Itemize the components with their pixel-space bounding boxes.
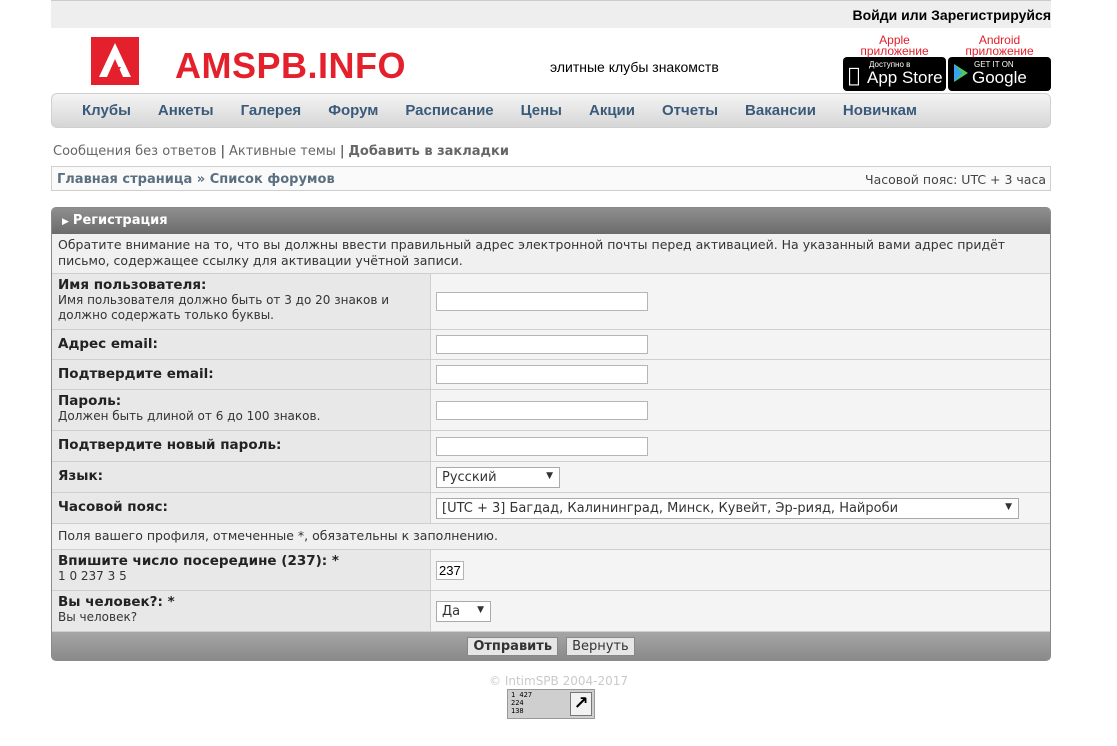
chevron-down-icon: ▼ [477,604,484,615]
logo-icon[interactable] [91,37,139,85]
unanswered-posts-link[interactable]: Сообщения без ответов [53,144,217,159]
password-label: Пароль: [58,393,122,409]
chevron-down-icon: ▼ [546,470,553,481]
password-hint: Должен быть длиной от 6 до 100 знаков. [58,409,321,423]
nav-item-promos[interactable]: Акции [589,102,635,119]
panel-title: ▶ Регистрация [52,208,1050,234]
nav-item-gallery[interactable]: Галерея [241,102,302,119]
email-confirm-input[interactable] [436,365,648,384]
captcha-hint: 1 0 237 3 5 [58,569,127,583]
human-row: Вы человек?: * Вы человек? Да ▼ [52,591,1050,632]
human-hint: Вы человек? [58,610,138,624]
apple-app-label: Apple приложение [860,33,929,58]
site-header: AMSPB.INFO элитные клубы знакомств Apple… [51,27,1051,107]
nav-item-clubs[interactable]: Клубы [82,102,131,119]
nav-item-reports[interactable]: Отчеты [662,102,718,119]
password-confirm-row: Подтвердите новый пароль: [52,431,1050,462]
password-input[interactable] [436,400,648,420]
password-row: Пароль: Должен быть длиной от 6 до 100 зн… [52,390,1050,431]
language-row: Язык: Русский ▼ [52,462,1050,493]
username-hint: Имя пользователя должно быть от 3 до 20 … [58,293,390,322]
slogan: элитные клубы знакомств [550,59,719,75]
bookmark-link[interactable]: Добавить в закладки [348,144,509,159]
active-topics-link[interactable]: Активные темы [229,144,336,159]
nav-item-profiles[interactable]: Анкеты [158,102,214,119]
email-input[interactable] [436,335,648,354]
username-input[interactable] [436,292,648,311]
email-notice: Обратите внимание на то, что вы должны в… [52,234,1050,274]
nav-item-schedule[interactable]: Расписание [405,102,493,119]
profile-notice: Поля вашего профиля, отмеченные *, обяза… [52,524,1050,550]
password-confirm-label: Подтвердите новый пароль: [58,437,282,453]
counter-numbers: 1 427 224 138 [511,691,533,715]
android-app-label: Android приложение [965,33,1034,58]
timezone-row: Часовой пояс: [UTC + 3] Багдад, Калининг… [52,493,1050,524]
email-confirm-label: Подтвердите email: [58,366,214,382]
arrow-icon: ↗ [570,692,592,716]
timezone-select[interactable]: [UTC + 3] Багдад, Калининград, Минск, Ку… [436,497,1019,519]
quick-links: Сообщения без ответов | Активные темы | Доба… [53,144,509,159]
password-confirm-input[interactable] [436,436,648,456]
email-label: Адрес email: [58,336,158,352]
footer-copyright: © IntimSPB 2004-2017 [489,674,628,688]
human-label: Вы человек?: * [58,594,175,610]
nav-item-forum[interactable]: Форум [328,102,378,119]
timezone-info: Часовой пояс: UTC + 3 часа [865,172,1046,187]
language-select[interactable]: Русский ▼ [436,466,560,488]
language-label: Язык: [58,468,104,484]
reset-button[interactable]: Вернуть [566,636,635,656]
nav-item-prices[interactable]: Цены [521,102,562,119]
timezone-label: Часовой пояс: [58,499,168,515]
logo-text[interactable]: AMSPB.INFO [175,45,406,87]
captcha-input[interactable] [436,560,464,580]
app-store-big: App Store [867,68,943,87]
email-confirm-row: Подтвердите email: [52,360,1050,390]
breadcrumb: Главная страница » Список форумов Часово… [51,166,1051,191]
top-bar: Войди или Зарегистрируйся [51,0,1051,28]
play-icon [953,63,969,88]
nav-item-vacancies[interactable]: Вакансии [745,102,816,119]
registration-panel: ▶ Регистрация Обратите внимание на то, чт… [51,207,1051,661]
google-play-badge[interactable]: Androidприложение GET IT ON Google play [948,34,1051,107]
triangle-icon: ▶ [62,217,69,227]
app-store-badge[interactable]: Appleприложение  Доступно в App Store [843,34,946,91]
login-register-link[interactable]: Войди или Зарегистрируйся [853,7,1052,23]
captcha-row: Впишите число посередине (237): * 1 0 237… [52,550,1050,591]
captcha-label: Впишите число посередине (237): * [58,553,339,569]
username-label: Имя пользователя: [58,277,207,293]
visit-counter[interactable]: 1 427 224 138 ↗ [507,689,595,719]
main-nav: Клубы Анкеты Галерея Форум Расписание Це… [51,93,1051,128]
username-row: Имя пользователя: Имя пользователя должно… [52,274,1050,330]
chevron-down-icon: ▼ [1005,501,1012,512]
breadcrumb-path[interactable]: Главная страница » Список форумов [57,172,335,187]
form-buttons: Отправить Вернуть [52,632,1050,660]
email-row: Адрес email: [52,330,1050,360]
apple-icon:  [848,63,860,87]
submit-button[interactable]: Отправить [467,636,559,656]
human-select[interactable]: Да ▼ [436,600,491,622]
nav-item-newcomers[interactable]: Новичкам [843,102,917,119]
